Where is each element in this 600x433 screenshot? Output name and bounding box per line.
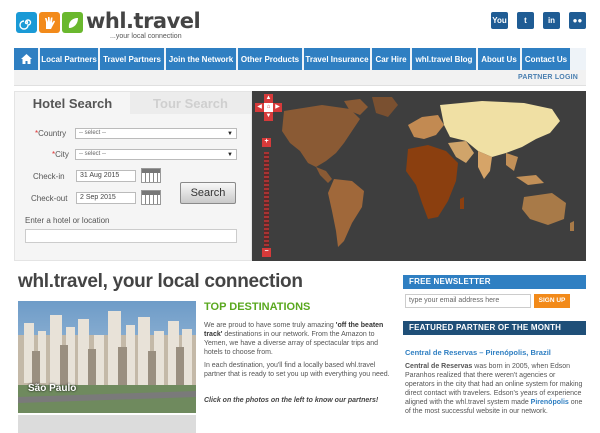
flickr-icon[interactable]: ●● bbox=[569, 12, 586, 29]
chevron-down-icon: ▼ bbox=[227, 152, 233, 158]
signup-button[interactable]: SIGN UP bbox=[534, 294, 570, 308]
social-links: You t in ●● bbox=[491, 12, 586, 29]
nav-travel-partners[interactable]: Travel Partners bbox=[100, 48, 164, 70]
nav-join-network[interactable]: Join the Network bbox=[166, 48, 236, 70]
city-select[interactable]: -- select -- ▼ bbox=[75, 149, 237, 160]
nav-blog[interactable]: whl.travel Blog bbox=[412, 48, 476, 70]
photo-caption: São Paulo bbox=[28, 383, 77, 394]
zoom-in-icon[interactable]: + bbox=[262, 138, 271, 147]
map-home-icon[interactable]: ⌂ bbox=[264, 103, 273, 112]
partner-paragraph: In each destination, you'll find a local… bbox=[204, 362, 390, 378]
spiral-icon bbox=[16, 12, 37, 33]
newsletter-email-input[interactable]: type your email address here bbox=[405, 294, 531, 308]
home-button[interactable] bbox=[14, 48, 38, 70]
sub-bar: PARTNER LOGIN bbox=[14, 70, 586, 86]
site-header: whl.travel ...your local connection You … bbox=[0, 0, 600, 46]
city-label: *City bbox=[52, 150, 69, 159]
hand-icon bbox=[39, 12, 60, 33]
main-nav: Local Partners Travel Partners Join the … bbox=[14, 48, 586, 70]
leaf-icon bbox=[62, 12, 83, 33]
checkin-label: Check-in bbox=[33, 172, 65, 181]
photo-thumbnail-strip[interactable] bbox=[18, 415, 196, 433]
home-icon bbox=[20, 54, 32, 64]
zoom-out-icon[interactable]: − bbox=[262, 248, 271, 257]
nav-contact-us[interactable]: Contact Us bbox=[522, 48, 570, 70]
calendar-icon[interactable] bbox=[141, 168, 161, 183]
photos-hint: Click on the photos on the left to know … bbox=[204, 397, 379, 404]
zoom-slider[interactable] bbox=[264, 152, 269, 247]
calendar-icon[interactable] bbox=[141, 190, 161, 205]
search-tabs: Hotel Search Tour Search bbox=[15, 92, 251, 114]
linkedin-icon[interactable]: in bbox=[543, 12, 560, 29]
checkout-label: Check-out bbox=[31, 194, 68, 203]
nav-car-hire[interactable]: Car Hire bbox=[372, 48, 410, 70]
pan-up-icon[interactable]: ▲ bbox=[264, 94, 273, 103]
chevron-down-icon: ▼ bbox=[227, 131, 233, 137]
hotel-search-panel: Hotel Search Tour Search *Country -- sel… bbox=[14, 91, 252, 261]
tab-hotel-search[interactable]: Hotel Search bbox=[15, 92, 130, 114]
intro-paragraph: We are proud to have some truly amazing … bbox=[204, 322, 384, 356]
checkout-input[interactable]: 2 Sep 2015 bbox=[76, 192, 136, 204]
featured-partner-header: FEATURED PARTNER OF THE MONTH bbox=[403, 321, 586, 335]
pan-right-icon[interactable]: ▶ bbox=[273, 103, 282, 112]
top-destinations-heading: TOP DESTINATIONS bbox=[204, 301, 311, 313]
nav-other-products[interactable]: Other Products bbox=[238, 48, 302, 70]
city-skyline-image bbox=[18, 301, 196, 413]
tab-tour-search[interactable]: Tour Search bbox=[130, 92, 251, 114]
hotel-location-label: Enter a hotel or location bbox=[25, 216, 110, 225]
pirenopolis-link[interactable]: Pirenópolis bbox=[531, 399, 569, 406]
nav-local-partners[interactable]: Local Partners bbox=[40, 48, 98, 70]
pan-down-icon[interactable]: ▼ bbox=[264, 112, 273, 121]
newsletter-header: FREE NEWSLETTER bbox=[403, 275, 586, 289]
world-map[interactable]: ▲ ◀ ⌂ ▶ ▼ + − bbox=[252, 91, 586, 261]
youtube-icon[interactable]: You bbox=[491, 12, 508, 29]
hotel-location-input[interactable] bbox=[25, 229, 237, 243]
site-logo-name[interactable]: whl.travel bbox=[86, 9, 201, 33]
logo-tiles[interactable] bbox=[16, 12, 83, 33]
checkin-input[interactable]: 31 Aug 2015 bbox=[76, 170, 136, 182]
country-select[interactable]: -- select -- ▼ bbox=[75, 128, 237, 139]
destination-photo[interactable]: São Paulo bbox=[18, 301, 196, 413]
country-label: *Country bbox=[35, 129, 67, 138]
search-button[interactable]: Search bbox=[180, 182, 236, 204]
featured-partner-text: Central de Reservas was born in 2005, wh… bbox=[405, 363, 583, 415]
nav-about-us[interactable]: About Us bbox=[478, 48, 520, 70]
site-tagline: ...your local connection bbox=[110, 33, 182, 40]
nav-travel-insurance[interactable]: Travel Insurance bbox=[304, 48, 370, 70]
featured-partner-link[interactable]: Central de Reservas – Pirenópolis, Brazi… bbox=[405, 348, 551, 357]
twitter-icon[interactable]: t bbox=[517, 12, 534, 29]
pan-left-icon[interactable]: ◀ bbox=[255, 103, 264, 112]
page-title: whl.travel, your local connection bbox=[18, 271, 303, 292]
partner-login-link[interactable]: PARTNER LOGIN bbox=[518, 74, 578, 81]
world-map-graphic bbox=[282, 97, 574, 247]
